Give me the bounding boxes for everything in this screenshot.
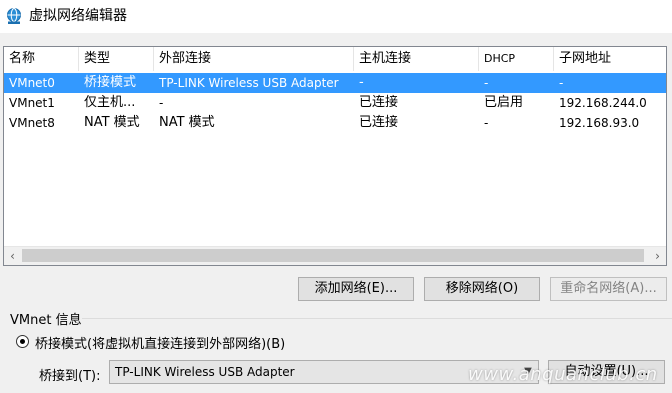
rename-network-button[interactable]: 重命名网络(A)... xyxy=(550,277,667,301)
cell-external: TP-LINK Wireless USB Adapter xyxy=(159,76,339,90)
bridge-mode-radio[interactable] xyxy=(16,335,29,348)
bridge-to-label: 桥接到(T): xyxy=(39,369,101,384)
remove-network-button[interactable]: 移除网络(O) xyxy=(424,277,540,301)
cell-host: 已连接 xyxy=(359,95,399,110)
cell-dhcp: - xyxy=(484,116,489,130)
cell-subnet: 192.168.93.0 xyxy=(559,116,640,130)
cell-type: 仅主机... xyxy=(84,95,136,110)
cell-external: - xyxy=(159,96,164,110)
cell-subnet: 192.168.244.0 xyxy=(559,96,647,110)
scroll-right-icon[interactable]: › xyxy=(649,247,666,265)
cell-subnet: - xyxy=(559,76,564,90)
cell-dhcp: - xyxy=(484,76,489,90)
cell-name: VMnet8 xyxy=(9,116,55,130)
window-title: 虚拟网络编辑器 xyxy=(29,8,127,24)
cell-host: 已连接 xyxy=(359,115,399,130)
watermark: www.anquanclub.cn xyxy=(468,364,658,385)
add-network-button[interactable]: 添加网络(E)... xyxy=(298,277,414,301)
title-bar: 虚拟网络编辑器 xyxy=(0,0,672,33)
table-row[interactable]: VMnet1 仅主机... - 已连接 已启用 192.168.244.0 xyxy=(4,93,666,113)
bridge-to-value: TP-LINK Wireless USB Adapter xyxy=(115,365,295,379)
cell-name: VMnet1 xyxy=(9,96,55,110)
cell-host: - xyxy=(359,75,364,90)
column-header-dhcp[interactable]: DHCP xyxy=(479,47,554,71)
cell-dhcp: 已启用 xyxy=(484,95,524,110)
column-header-name[interactable]: 名称 xyxy=(4,47,79,71)
vmnet-info-group-label: VMnet 信息 xyxy=(10,313,82,328)
column-header-external[interactable]: 外部连接 xyxy=(154,47,354,71)
horizontal-scrollbar[interactable]: ‹ › xyxy=(4,246,666,265)
cell-type: NAT 模式 xyxy=(84,115,140,130)
scroll-left-icon[interactable]: ‹ xyxy=(4,247,21,265)
radio-selected-icon xyxy=(20,339,25,344)
cell-type: 桥接模式 xyxy=(84,75,137,90)
network-table[interactable]: 名称 类型 外部连接 主机连接 DHCP 子网地址 VMnet0 桥接模式 TP… xyxy=(3,46,667,266)
table-row[interactable]: VMnet8 NAT 模式 NAT 模式 已连接 - 192.168.93.0 xyxy=(4,113,666,133)
bridge-mode-label[interactable]: 桥接模式(将虚拟机直接连接到外部网络)(B) xyxy=(35,333,285,352)
cell-external: NAT 模式 xyxy=(159,115,215,130)
network-globe-icon xyxy=(7,8,21,24)
column-header-subnet[interactable]: 子网地址 xyxy=(554,47,666,71)
column-header-host[interactable]: 主机连接 xyxy=(354,47,479,71)
cell-name: VMnet0 xyxy=(9,76,55,90)
group-divider xyxy=(82,318,672,319)
scrollbar-thumb[interactable] xyxy=(22,249,644,262)
table-row[interactable]: VMnet0 桥接模式 TP-LINK Wireless USB Adapter… xyxy=(4,73,666,93)
column-header-type[interactable]: 类型 xyxy=(79,47,154,71)
